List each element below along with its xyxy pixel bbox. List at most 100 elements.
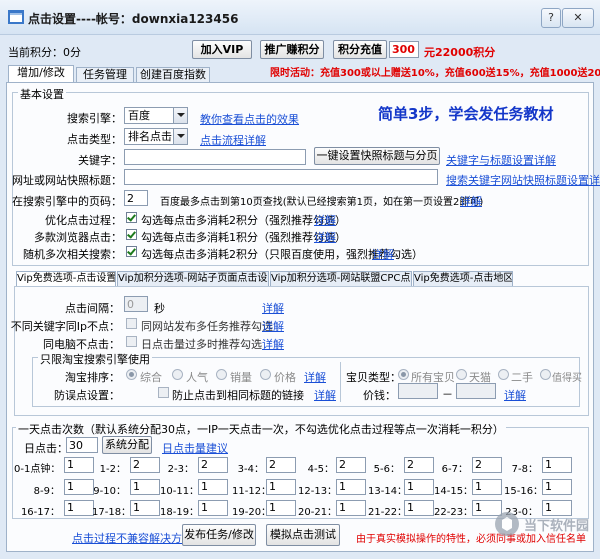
hour-clicks-input[interactable]: 1 [404, 479, 434, 495]
recharge-amount-input[interactable]: 300 [389, 41, 419, 58]
promo-text: 限时活动：充值300或以上赠送10%，充值600送15%，充值1000送20% [270, 68, 600, 79]
sort-radio-sales[interactable] [216, 369, 227, 380]
hour-clicks-input[interactable]: 2 [472, 457, 502, 473]
type-radio-tmall[interactable] [456, 369, 467, 380]
help-button[interactable]: ? [541, 8, 561, 28]
tab-task-manage[interactable]: 任务管理 [76, 67, 134, 82]
hour-label: 1-2： [99, 464, 126, 475]
same-ip-checkbox[interactable] [126, 318, 137, 329]
simulate-click-test-button[interactable]: 模拟点击测试 [266, 524, 340, 546]
promote-earn-button[interactable]: 推广赚积分 [260, 40, 324, 59]
price-max-input[interactable] [456, 383, 496, 399]
click-process-link[interactable]: 点击流程详解 [200, 132, 266, 148]
same-pc-text: 日点击量过多时推荐勾选 [141, 338, 262, 351]
hour-clicks-input[interactable]: 1 [266, 500, 296, 516]
hour-clicks-input[interactable]: 1 [404, 500, 434, 516]
daily-suggest-link[interactable]: 日点击量建议 [162, 440, 228, 456]
taobao-sort-help-link[interactable]: 详解 [304, 369, 326, 385]
anti-misclick-checkbox[interactable] [158, 387, 169, 398]
optimize-click-help-link[interactable]: 详解 [314, 212, 336, 228]
hour-clicks-input[interactable]: 1 [266, 479, 296, 495]
hour-label: 14-15： [434, 486, 474, 497]
hour-clicks-input[interactable]: 2 [198, 457, 228, 473]
hour-clicks-input[interactable]: 1 [130, 479, 160, 495]
sort-radio-price[interactable] [260, 369, 271, 380]
page-number-input[interactable]: 2 [124, 190, 148, 206]
engine-help-link[interactable]: 教你查看点击的效果 [200, 111, 299, 127]
sort-radio-comprehensive[interactable] [126, 369, 137, 380]
type-radio-all[interactable] [398, 369, 409, 380]
same-ip-help-link[interactable]: 详解 [262, 318, 284, 334]
recharge-button[interactable]: 积分充值 [333, 40, 387, 59]
chevron-down-icon [173, 129, 187, 144]
hour-label: 18-19： [160, 507, 200, 518]
same-pc-help-link[interactable]: 详解 [262, 336, 284, 352]
random-search-help-link[interactable]: 详解 [372, 246, 394, 262]
hour-clicks-input[interactable]: 1 [336, 479, 366, 495]
url-title-input[interactable] [124, 169, 438, 185]
hour-clicks-input[interactable]: 1 [64, 479, 94, 495]
hour-label: 2-3： [167, 464, 194, 475]
hour-clicks-input[interactable]: 1 [64, 457, 94, 473]
system-allocate-button[interactable]: 系统分配 [102, 436, 152, 454]
interval-help-link[interactable]: 详解 [262, 300, 284, 316]
hour-clicks-input[interactable]: 2 [336, 457, 366, 473]
keyword-input[interactable] [124, 149, 306, 165]
compat-solution-link[interactable]: 点击过程不兼容解决方案 [72, 530, 193, 546]
interval-label: 点击间隔： [65, 302, 120, 315]
url-title-help-link[interactable]: 搜索关键字网站快照标题设置详解 [446, 172, 600, 188]
multi-browser-checkbox[interactable] [126, 229, 137, 240]
hour-clicks-input[interactable]: 1 [198, 479, 228, 495]
multi-browser-help-link[interactable]: 详解 [314, 229, 336, 245]
click-type-select[interactable]: 排名点击 [124, 128, 188, 145]
page-number-help-link[interactable]: 详解 [460, 193, 482, 209]
subtab-vip-cpc-click[interactable]: Vip加积分选项-网站联盟CPC点击 [270, 271, 412, 286]
type-radio-worth[interactable] [540, 369, 551, 380]
hour-label: 7-8： [511, 464, 538, 475]
type-radio-secondhand[interactable] [498, 369, 509, 380]
keyword-title-help-link[interactable]: 关键字与标题设置详解 [446, 152, 556, 168]
anti-misclick-help-link[interactable]: 详解 [314, 387, 336, 403]
basic-settings-title: 基本设置 [18, 86, 66, 102]
close-button[interactable]: ✕ [562, 8, 594, 28]
url-label: 网址或网站快照标题： [12, 174, 122, 187]
keyword-label: 关键字： [78, 154, 122, 167]
page-number-label: 在搜索引擎中的页码： [12, 195, 122, 208]
interval-unit: 秒 [154, 302, 165, 315]
interval-input[interactable]: 0 [124, 296, 148, 312]
daily-clicks-input[interactable]: 30 [66, 437, 98, 453]
hour-clicks-input[interactable]: 1 [336, 500, 366, 516]
subtab-vip-click-settings[interactable]: Vip免费选项-点击设置 [16, 271, 116, 286]
subtab-vip-click-region[interactable]: Vip免费选项-点击地区 [413, 271, 513, 286]
auto-set-title-button[interactable]: 一键设置快照标题与分页 [314, 147, 440, 165]
hour-label: 16-17： [20, 507, 60, 518]
hour-clicks-input[interactable]: 1 [472, 479, 502, 495]
hour-clicks-input[interactable]: 1 [130, 500, 160, 516]
hour-clicks-input[interactable]: 1 [542, 479, 572, 495]
tab-create-baidu-index[interactable]: 创建百度指数 [136, 67, 210, 82]
same-pc-checkbox[interactable] [126, 336, 137, 347]
current-points: 当前积分：0分 [8, 46, 81, 59]
hour-clicks-input[interactable]: 2 [130, 457, 160, 473]
price-help-link[interactable]: 详解 [504, 387, 526, 403]
tutorial-slogan[interactable]: 简单3步，学会发任务教材 [378, 103, 553, 124]
hour-clicks-input[interactable]: 2 [266, 457, 296, 473]
join-vip-button[interactable]: 加入VIP [192, 40, 252, 59]
hour-label: 0-1点钟： [14, 464, 61, 475]
watermark-text: 当下软件园 [524, 519, 590, 534]
tab-add-edit[interactable]: 增加/修改 [8, 65, 74, 82]
hour-clicks-input[interactable]: 1 [64, 500, 94, 516]
hour-clicks-input[interactable]: 1 [542, 457, 572, 473]
hour-clicks-input[interactable]: 1 [198, 500, 228, 516]
hour-clicks-input[interactable]: 2 [404, 457, 434, 473]
price-min-input[interactable] [398, 383, 438, 399]
subtab-vip-subpage-click[interactable]: Vip加积分选项-网站子页面点击设置 [117, 271, 269, 286]
hour-label: 11-12： [232, 486, 272, 497]
multi-browser-label: 多款浏览器点击： [34, 231, 122, 244]
sort-option-comprehensive: 综合 [140, 371, 162, 384]
random-search-checkbox[interactable] [126, 246, 137, 257]
sort-radio-popularity[interactable] [172, 369, 183, 380]
engine-select[interactable]: 百度 [124, 107, 188, 124]
publish-task-button[interactable]: 发布任务/修改 [182, 524, 256, 546]
optimize-click-checkbox[interactable] [126, 212, 137, 223]
